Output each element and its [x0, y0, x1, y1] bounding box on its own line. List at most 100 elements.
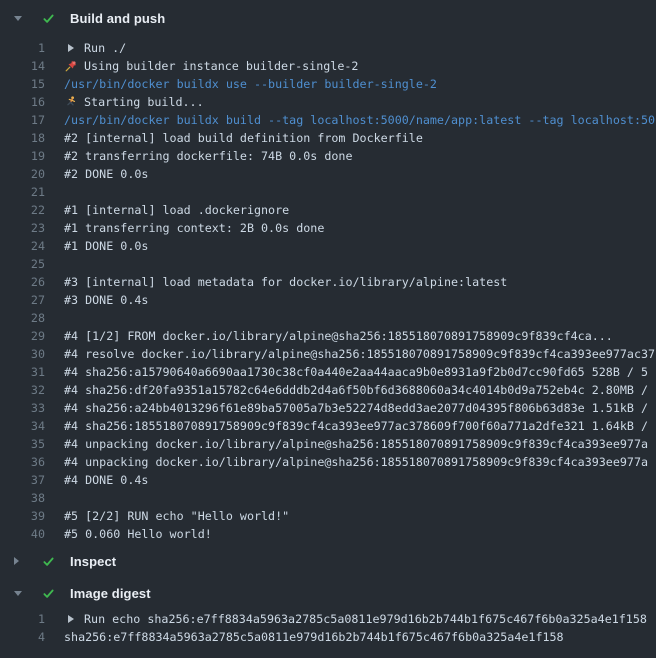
line-number[interactable]: 1 [0, 612, 45, 626]
log-line: 34 #4 sha256:185518070891758909c9f839cf4c… [0, 417, 656, 435]
log-line: 30 #4 resolve docker.io/library/alpine@sh… [0, 345, 656, 363]
log-plain-text: Using builder instance builder-single-2 [84, 59, 358, 73]
log-text: /usr/bin/docker buildx build --tag local… [45, 113, 656, 127]
line-number[interactable]: 27 [0, 293, 45, 307]
line-number[interactable]: 36 [0, 455, 45, 469]
log-line: 28 [0, 309, 656, 327]
line-number[interactable]: 37 [0, 473, 45, 487]
line-number[interactable]: 32 [0, 383, 45, 397]
log-plain-text: #2 [internal] load build definition from… [64, 131, 423, 145]
section-header-inspect[interactable]: Inspect [0, 547, 656, 575]
log-line: 4 sha256:e7ff8834a5963a2785c5a0811e979d16… [0, 628, 656, 646]
line-number[interactable]: 16 [0, 95, 45, 109]
log-plain-text: #1 transferring context: 2B 0.0s done [64, 221, 324, 235]
log-line: 39 #5 [2/2] RUN echo "Hello world!" [0, 507, 656, 525]
section-header-image-digest[interactable]: Image digest [0, 579, 656, 607]
log-line: 1Run echo sha256:e7ff8834a5963a2785c5a08… [0, 610, 656, 628]
log-text: #4 unpacking docker.io/library/alpine@sh… [45, 437, 656, 451]
line-number[interactable]: 19 [0, 149, 45, 163]
line-number[interactable]: 4 [0, 630, 45, 644]
check-icon [40, 585, 56, 601]
log-text: Run echo sha256:e7ff8834a5963a2785c5a081… [45, 612, 656, 626]
log-line: 19#2 transferring dockerfile: 74B 0.0s d… [0, 147, 656, 165]
runner-icon [64, 96, 77, 109]
log-text: #4 unpacking docker.io/library/alpine@sh… [45, 455, 656, 469]
line-number[interactable]: 17 [0, 113, 45, 127]
log-line: 26#3 [internal] load metadata for docker… [0, 273, 656, 291]
log-plain-text: #5 0.060 Hello world! [64, 527, 212, 541]
log-command-text: /usr/bin/docker buildx use --builder bui… [64, 77, 437, 91]
log-line: 36#4 unpacking docker.io/library/alpine@… [0, 453, 656, 471]
log-plain-text: #4 sha256:185518070891758909c9f839cf4ca3… [64, 419, 648, 433]
line-number[interactable]: 21 [0, 185, 45, 199]
log-text: sha256:e7ff8834a5963a2785c5a0811e979d16b… [45, 630, 656, 644]
log-text: #1 [internal] load .dockerignore [45, 203, 656, 217]
log-plain-text: #4 sha256:a24bb4013296f61e89ba57005a7b3e… [64, 401, 648, 415]
log-line: 37#4 DONE 0.4s [0, 471, 656, 489]
log-command-text: /usr/bin/docker buildx build --tag local… [64, 113, 655, 127]
line-number[interactable]: 30 [0, 347, 45, 361]
log-line: 22#1 [internal] load .dockerignore [0, 201, 656, 219]
line-number[interactable]: 14 [0, 59, 45, 73]
line-number[interactable]: 22 [0, 203, 45, 217]
line-number[interactable]: 31 [0, 365, 45, 379]
line-number[interactable]: 15 [0, 77, 45, 91]
line-number[interactable]: 18 [0, 131, 45, 145]
line-number[interactable]: 1 [0, 41, 45, 55]
log-plain-text: #4 resolve docker.io/library/alpine@sha2… [64, 347, 655, 361]
line-number[interactable]: 26 [0, 275, 45, 289]
line-number[interactable]: 29 [0, 329, 45, 343]
log-plain-text: #4 sha256:df20fa9351a15782c64e6dddb2d4a6… [64, 383, 648, 397]
log-plain-text: #4 [1/2] FROM docker.io/library/alpine@s… [64, 329, 613, 343]
section-body: 1Run echo sha256:e7ff8834a5963a2785c5a08… [0, 607, 656, 646]
log-line: 15/usr/bin/docker buildx use --builder b… [0, 75, 656, 93]
log-line: 17/usr/bin/docker buildx build --tag loc… [0, 111, 656, 129]
log-line: 38 [0, 489, 656, 507]
log-line: 16 Starting build... [0, 93, 656, 111]
play-icon[interactable] [64, 42, 77, 55]
log-line: 1Run ./ [0, 39, 656, 57]
log-plain-text: Starting build... [84, 95, 204, 109]
line-number[interactable]: 40 [0, 527, 45, 541]
check-icon [40, 553, 56, 569]
section-header-build-and-push[interactable]: Build and push [0, 0, 656, 36]
log-plain-text: #5 [2/2] RUN echo "Hello world!" [64, 509, 289, 523]
log-text: /usr/bin/docker buildx use --builder bui… [45, 77, 656, 91]
play-icon[interactable] [64, 613, 77, 626]
log-text: #4 [1/2] FROM docker.io/library/alpine@s… [45, 329, 656, 343]
line-number[interactable]: 35 [0, 437, 45, 451]
section-image-digest: Image digest 1Run echo sha256:e7ff8834a59… [0, 579, 656, 646]
line-number[interactable]: 33 [0, 401, 45, 415]
log-text: Using builder instance builder-single-2 [45, 59, 656, 73]
log-line: 29 #4 [1/2] FROM docker.io/library/alpine… [0, 327, 656, 345]
log-plain-text: sha256:e7ff8834a5963a2785c5a0811e979d16b… [64, 630, 564, 644]
log-line: 18 #2 [internal] load build definition fr… [0, 129, 656, 147]
log-line: 27 #3 DONE 0.4s [0, 291, 656, 309]
section-inspect: Inspect [0, 547, 656, 575]
log-text: #3 DONE 0.4s [45, 293, 656, 307]
line-number[interactable]: 28 [0, 311, 45, 325]
check-icon [40, 10, 56, 26]
line-number[interactable]: 24 [0, 239, 45, 253]
line-number[interactable]: 20 [0, 167, 45, 181]
log-text: #1 DONE 0.0s [45, 239, 656, 253]
log-text: #5 [2/2] RUN echo "Hello world!" [45, 509, 656, 523]
log-plain-text: #1 DONE 0.0s [64, 239, 148, 253]
section-title: Image digest [70, 586, 151, 601]
line-number[interactable]: 25 [0, 257, 45, 271]
line-number[interactable]: 38 [0, 491, 45, 505]
line-number[interactable]: 23 [0, 221, 45, 235]
log-line: 33 #4 sha256:a24bb4013296f61e89ba57005a7b… [0, 399, 656, 417]
pushpin-icon [64, 60, 77, 73]
log-line: 21 [0, 183, 656, 201]
log-text: #2 DONE 0.0s [45, 167, 656, 181]
log-text: #1 transferring context: 2B 0.0s done [45, 221, 656, 235]
log-line: 40 #5 0.060 Hello world! [0, 525, 656, 543]
line-number[interactable]: 34 [0, 419, 45, 433]
log-plain-text: #3 DONE 0.4s [64, 293, 148, 307]
line-number[interactable]: 39 [0, 509, 45, 523]
log-text: #5 0.060 Hello world! [45, 527, 656, 541]
section-body: 1Run ./ 14 Using builder instance builder-… [0, 36, 656, 543]
log-text: #3 [internal] load metadata for docker.i… [45, 275, 656, 289]
section-title: Inspect [70, 554, 116, 569]
